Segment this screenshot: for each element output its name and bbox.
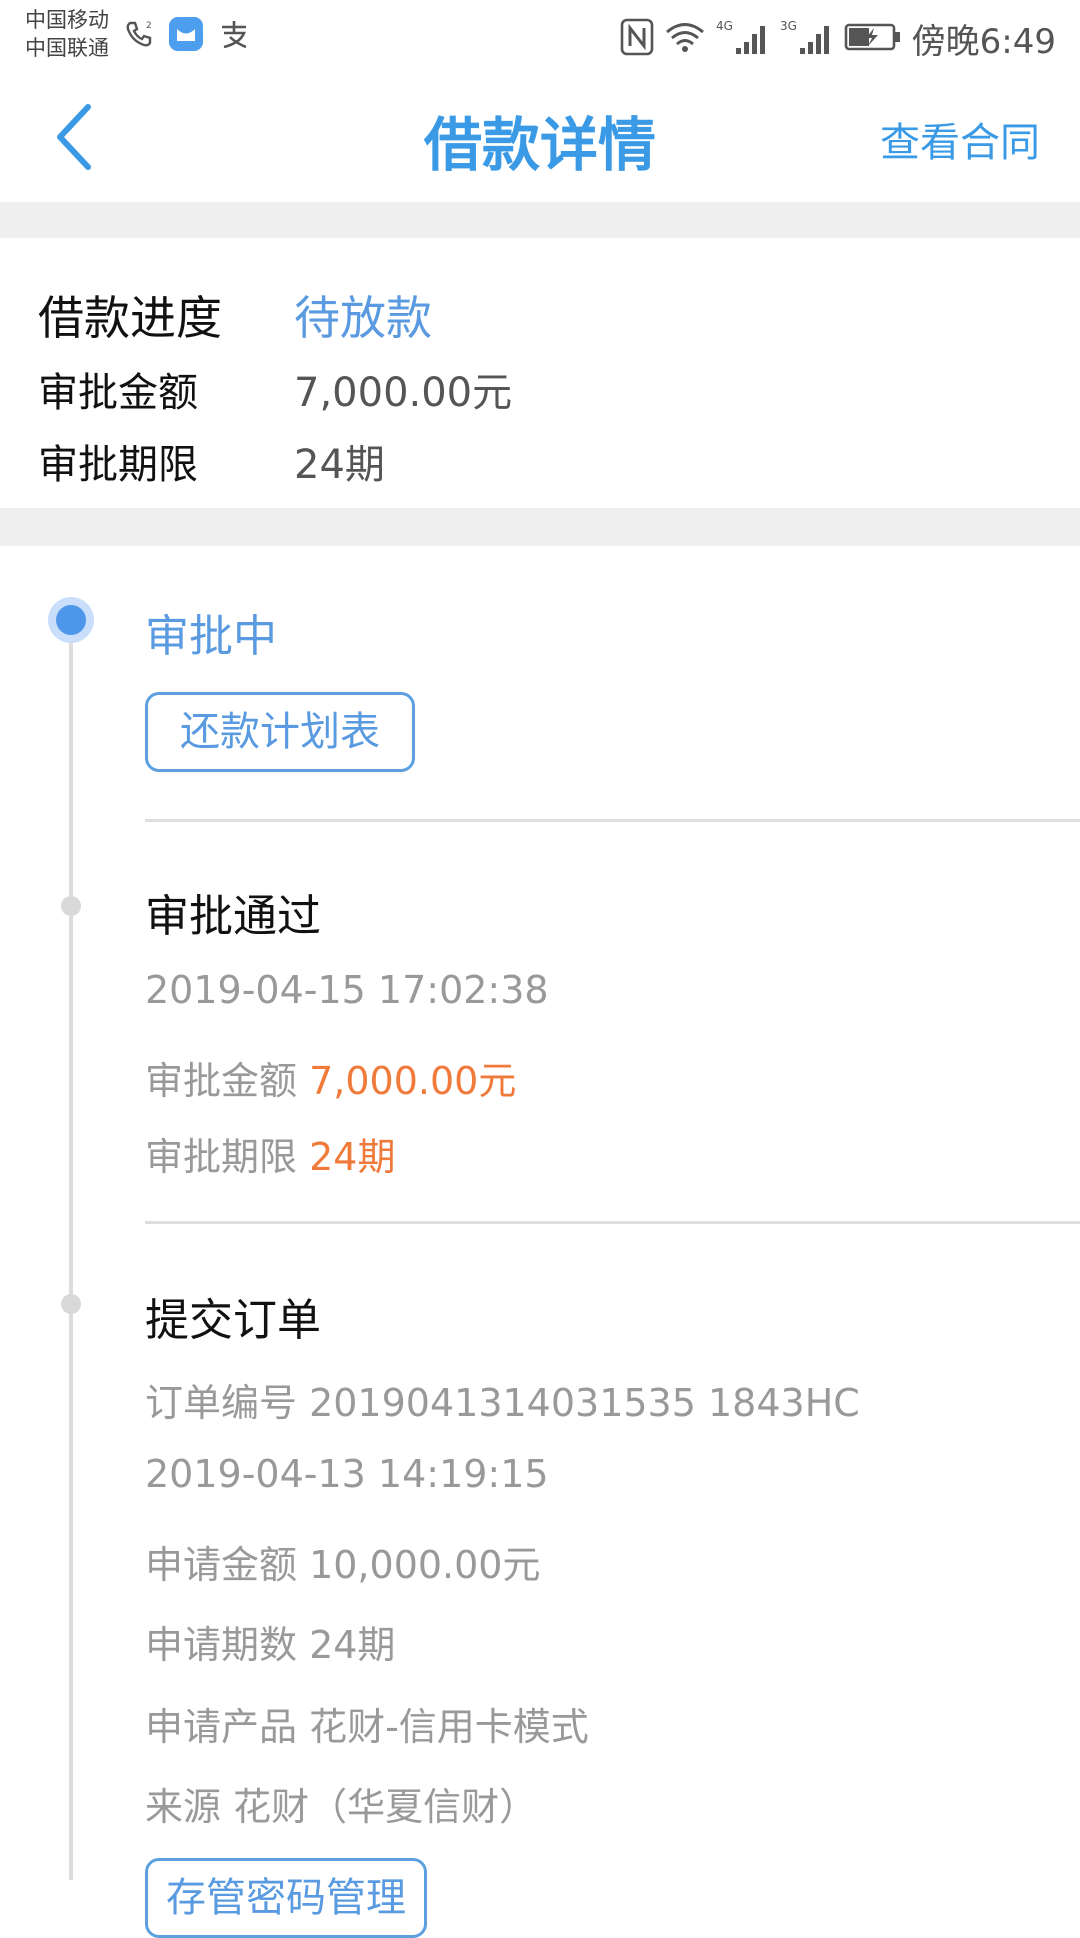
order-source: 来源 花财（华夏信财） bbox=[145, 1785, 538, 1829]
progress-label: 借款进度 bbox=[38, 291, 222, 345]
step-title-approved: 审批通过 bbox=[145, 891, 321, 942]
svg-text:2: 2 bbox=[146, 21, 152, 31]
approved-amount-row: 审批金额 7,000.00元 bbox=[145, 1050, 516, 1105]
status-right: 4G 3G 傍晚6:49 bbox=[620, 14, 1056, 63]
status-bar: 中国移动 中国联通 2 4G 3G 傍晚6:49 bbox=[0, 0, 1080, 72]
step-title-submitted: 提交订单 bbox=[145, 1295, 321, 1346]
section-divider bbox=[0, 202, 1080, 238]
custody-password-button[interactable]: 存管密码管理 bbox=[145, 1858, 427, 1938]
summary-amount-row: 审批金额 7,000.00元 bbox=[38, 360, 512, 418]
carrier-1: 中国移动 bbox=[25, 8, 109, 32]
approved-term-value: 24期 bbox=[309, 1135, 396, 1179]
timeline-separator bbox=[145, 819, 1080, 822]
nav-bar: 借款详情 查看合同 bbox=[0, 72, 1080, 202]
term-value: 24期 bbox=[294, 442, 385, 488]
order-number: 订单编号 2019041314031535 1843HC bbox=[145, 1381, 860, 1425]
amount-value: 7,000.00元 bbox=[294, 370, 513, 416]
apply-term: 申请期数 24期 bbox=[145, 1623, 396, 1667]
apply-amount: 申请金额 10,000.00元 bbox=[145, 1543, 541, 1587]
order-time: 2019-04-13 14:19:15 bbox=[145, 1452, 549, 1496]
message-app-icon bbox=[168, 16, 204, 56]
summary-progress-row: 借款进度 待放款 bbox=[38, 282, 432, 348]
timeline-dot bbox=[61, 896, 81, 916]
approved-time: 2019-04-15 17:02:38 bbox=[145, 968, 549, 1012]
term-label: 审批期限 bbox=[38, 442, 198, 488]
apply-product: 申请产品 花财-信用卡模式 bbox=[145, 1705, 589, 1749]
amount-label: 审批金额 bbox=[38, 370, 198, 416]
svg-text:3G: 3G bbox=[780, 19, 797, 33]
battery-icon bbox=[844, 22, 902, 56]
approved-term-label: 审批期限 bbox=[145, 1135, 298, 1179]
call-icon: 2 bbox=[124, 19, 154, 53]
carrier-labels: 中国移动 中国联通 bbox=[25, 6, 109, 62]
approved-term-row: 审批期限 24期 bbox=[145, 1126, 395, 1181]
carrier-2: 中国联通 bbox=[25, 36, 109, 60]
alipay-icon bbox=[218, 19, 250, 53]
timeline-dot bbox=[61, 1294, 81, 1314]
svg-text:4G: 4G bbox=[716, 19, 733, 33]
status-app-icons: 2 bbox=[124, 16, 250, 56]
progress-value: 待放款 bbox=[294, 291, 432, 345]
step-title-reviewing: 审批中 bbox=[145, 611, 277, 662]
view-contract-link[interactable]: 查看合同 bbox=[880, 110, 1040, 168]
nfc-icon bbox=[620, 18, 654, 60]
summary-term-row: 审批期限 24期 bbox=[38, 432, 385, 490]
signal-4g-icon: 4G bbox=[716, 18, 770, 60]
status-clock: 傍晚6:49 bbox=[911, 22, 1056, 62]
timeline-line bbox=[69, 620, 73, 1880]
approved-amount-label: 审批金额 bbox=[145, 1059, 298, 1103]
section-divider bbox=[0, 508, 1080, 546]
approved-amount-value: 7,000.00元 bbox=[309, 1059, 517, 1103]
signal-3g-icon: 3G bbox=[780, 18, 834, 60]
timeline-dot-active bbox=[48, 597, 94, 643]
repayment-plan-button[interactable]: 还款计划表 bbox=[145, 692, 415, 772]
loan-summary: 借款进度 待放款 审批金额 7,000.00元 审批期限 24期 bbox=[0, 238, 1080, 508]
wifi-icon bbox=[664, 20, 706, 58]
timeline-separator bbox=[145, 1221, 1080, 1224]
